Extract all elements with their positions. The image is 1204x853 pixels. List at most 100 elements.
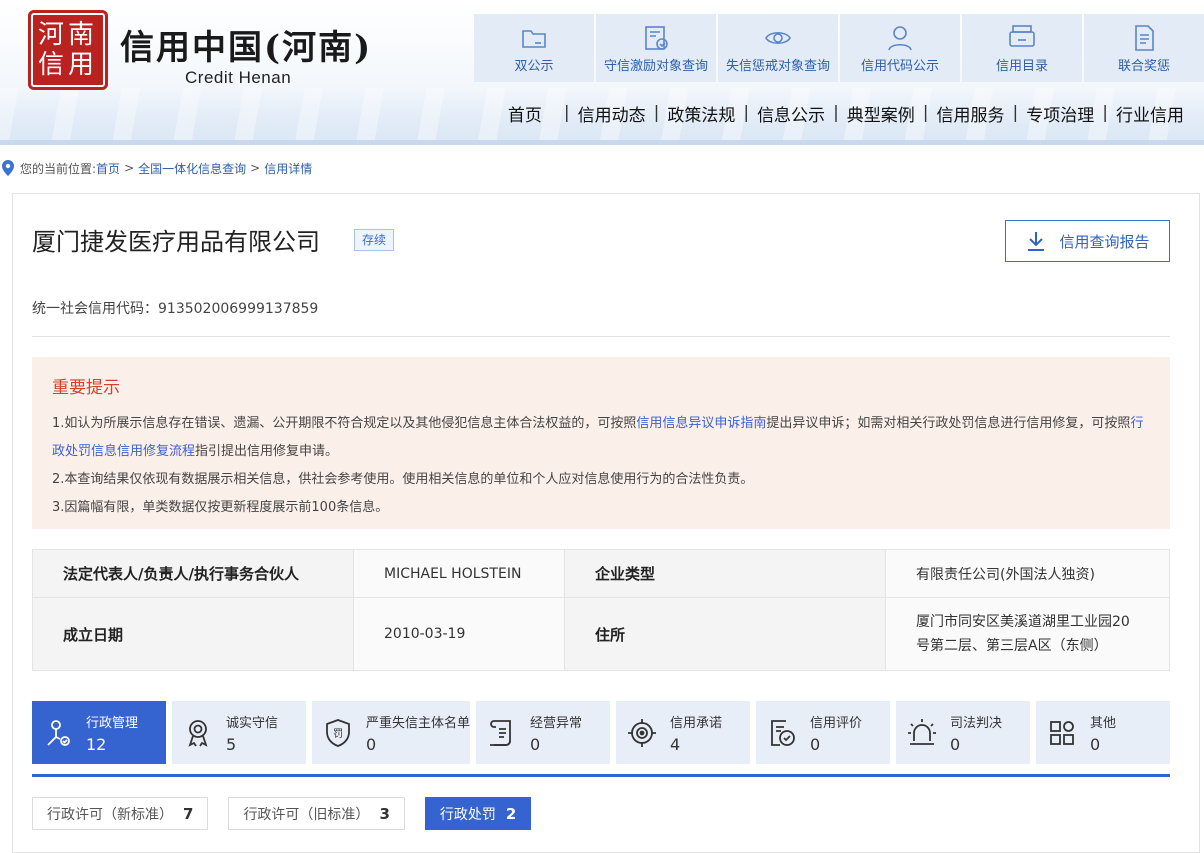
subtab-count: 7: [183, 804, 194, 823]
subtab-license-old[interactable]: 行政许可（旧标准） 3: [228, 797, 405, 830]
founded-date-value: 2010-03-19: [353, 597, 565, 671]
tab-count: 0: [366, 734, 377, 754]
tab-count: 0: [810, 734, 821, 754]
nav-item-cases[interactable]: 典型案例: [839, 101, 923, 126]
credit-code-value: 913502006999137859: [158, 301, 319, 317]
download-icon: [1028, 232, 1045, 251]
subtab-label: 行政处罚: [439, 806, 496, 823]
evaluation-icon: [771, 719, 795, 746]
nav-item-home[interactable]: 首页: [500, 101, 564, 126]
tab-abnormal-operation[interactable]: 经营异常 0: [476, 701, 611, 764]
nav-item-governance[interactable]: 专项治理: [1018, 101, 1102, 126]
subtab-label: 行政许可（旧标准）: [243, 806, 370, 823]
tab-count: 0: [530, 734, 541, 754]
document-icon: [1135, 24, 1154, 51]
notice-text: 1.如认为所展示信息存在错误、遗漏、公开期限不符合规定以及其他侵犯信息主体合法权…: [52, 416, 637, 431]
breadcrumb: 您的当前位置: 首页 > 全国一体化信息查询 > 信用详情: [0, 158, 312, 178]
tab-label: 司法判决: [950, 715, 1003, 731]
folder-icon: [522, 29, 546, 48]
medal-icon: [188, 719, 208, 747]
subtab-license-new[interactable]: 行政许可（新标准） 7: [32, 797, 209, 830]
printer-icon: [1009, 24, 1035, 47]
grid-icon: [1050, 720, 1074, 745]
site-header: 河南信用 信用中国(河南) Credit Henan 双公示 守信激励对象查询 …: [0, 0, 1204, 145]
tab-honesty[interactable]: 诚实守信 5: [172, 701, 306, 764]
nav-item-industry[interactable]: 行业信用: [1108, 101, 1184, 126]
quick-link-label: 守信激励对象查询: [603, 58, 708, 74]
notice-title: 重要提示: [52, 378, 120, 398]
quick-links: 双公示 守信激励对象查询 失信惩戒对象查询 信用代码公示 信用目录 联合奖惩: [474, 14, 1204, 82]
breadcrumb-home[interactable]: 首页: [96, 160, 120, 177]
notice-text: 提出异议申诉；如需对相关行政处罚信息进行信用修复，可按照: [766, 416, 1131, 431]
quick-link-dishonest-query[interactable]: 失信惩戒对象查询: [718, 14, 838, 82]
breadcrumb-query[interactable]: 全国一体化信息查询: [138, 160, 246, 177]
tab-count: 0: [1090, 734, 1101, 754]
tab-judicial[interactable]: 司法判决 0: [896, 701, 1031, 764]
notice-item-2: 2.本查询结果仅依现有数据展示相关信息，供社会参考使用。使用相关信息的单位和个人…: [52, 472, 754, 487]
quick-link-credit-catalog[interactable]: 信用目录: [962, 14, 1082, 82]
site-title[interactable]: 信用中国(河南): [120, 20, 372, 69]
tab-label: 信用承诺: [670, 715, 723, 731]
breadcrumb-prefix: 您的当前位置:: [20, 161, 97, 176]
notice-item-1: 1.如认为所展示信息存在错误、遗漏、公开期限不符合规定以及其他侵犯信息主体合法权…: [52, 410, 1150, 466]
quick-link-credit-code[interactable]: 信用代码公示: [840, 14, 960, 82]
tab-label: 信用评价: [810, 715, 863, 731]
nav-item-services[interactable]: 信用服务: [929, 101, 1013, 126]
quick-link-joint-rewards[interactable]: 联合奖惩: [1084, 14, 1204, 82]
site-logo-seal[interactable]: 河南信用: [28, 10, 108, 90]
credit-code-label: 统一社会信用代码：: [32, 301, 158, 317]
notice-text: 指引提出信用修复申请。: [195, 444, 339, 459]
quick-link-label: 信用代码公示: [860, 58, 939, 74]
quick-link-label: 信用目录: [995, 58, 1048, 74]
company-info-table: 法定代表人/负责人/执行事务合伙人 MICHAEL HOLSTEIN 企业类型 …: [32, 549, 1170, 671]
tab-other[interactable]: 其他 0: [1036, 701, 1171, 764]
tab-label: 严重失信主体名单: [366, 715, 471, 731]
quick-link-label: 联合奖惩: [1117, 58, 1170, 74]
main-nav: 首页 | 信用动态 | 政策法规 | 信息公示 | 典型案例 | 信用服务 | …: [500, 100, 1184, 126]
objection-guide-link[interactable]: 信用信息异议申诉指南: [636, 416, 766, 431]
alarm-icon: [908, 718, 937, 745]
credit-report-label: 信用查询报告: [1059, 232, 1150, 251]
address-value: 厦门市同安区美溪道湖里工业园20号第二层、第三层A区（东侧）: [885, 597, 1170, 671]
company-type-label: 企业类型: [564, 549, 886, 598]
quick-link-label: 双公示: [514, 58, 554, 74]
tab-label: 行政管理: [86, 715, 139, 731]
admin-icon: [47, 719, 70, 746]
tab-count: 0: [950, 734, 961, 754]
credit-detail-card: 厦门捷发医疗用品有限公司 存续 信用查询报告 统一社会信用代码：91350200…: [12, 193, 1200, 853]
quick-link-dual-publicity[interactable]: 双公示: [474, 14, 594, 82]
credit-report-button[interactable]: 信用查询报告: [1005, 220, 1170, 262]
nav-item-news[interactable]: 信用动态: [570, 101, 654, 126]
shield-certificate-icon: [645, 25, 668, 50]
subtab-count: 2: [505, 804, 517, 823]
address-label: 住所: [564, 597, 886, 671]
tab-credit-commitment[interactable]: 信用承诺 4: [616, 701, 751, 764]
tab-count: 5: [226, 734, 237, 754]
breadcrumb-separator: >: [250, 161, 261, 175]
penalty-shield-icon: 罚: [326, 718, 350, 747]
location-pin-icon: [2, 160, 14, 176]
svg-text:罚: 罚: [333, 728, 343, 740]
tab-administration[interactable]: 行政管理 12: [32, 701, 166, 764]
subtab-count: 3: [379, 804, 390, 823]
quick-link-trust-incentive[interactable]: 守信激励对象查询: [596, 14, 716, 82]
company-type-value: 有限责任公司(外国法人独资): [885, 549, 1170, 598]
subtab-penalty[interactable]: 行政处罚 2: [424, 797, 532, 830]
status-badge: 存续: [354, 229, 395, 251]
target-icon: [628, 718, 657, 747]
category-tabs: 行政管理 12 诚实守信 5 罚 严重失信主体名单 0 经营异常 0 信用承诺 …: [32, 701, 1171, 764]
tab-serious-dishonesty[interactable]: 罚 严重失信主体名单 0: [312, 701, 471, 764]
breadcrumb-separator: >: [124, 161, 135, 175]
breadcrumb-current[interactable]: 信用详情: [264, 160, 312, 177]
company-name: 厦门捷发医疗用品有限公司: [32, 228, 320, 256]
notice-item-3: 3.因篇幅有限，单类数据仅按更新程度展示前100条信息。: [52, 500, 389, 515]
divider: [32, 336, 1170, 337]
nav-item-publicity[interactable]: 信息公示: [749, 101, 833, 126]
tab-count: 12: [86, 734, 107, 754]
nav-item-policy[interactable]: 政策法规: [659, 101, 743, 126]
tab-count: 4: [670, 734, 681, 754]
tab-label: 经营异常: [530, 715, 583, 731]
eye-icon: [765, 31, 791, 44]
tab-credit-evaluation[interactable]: 信用评价 0: [756, 701, 891, 764]
user-icon: [888, 25, 912, 50]
